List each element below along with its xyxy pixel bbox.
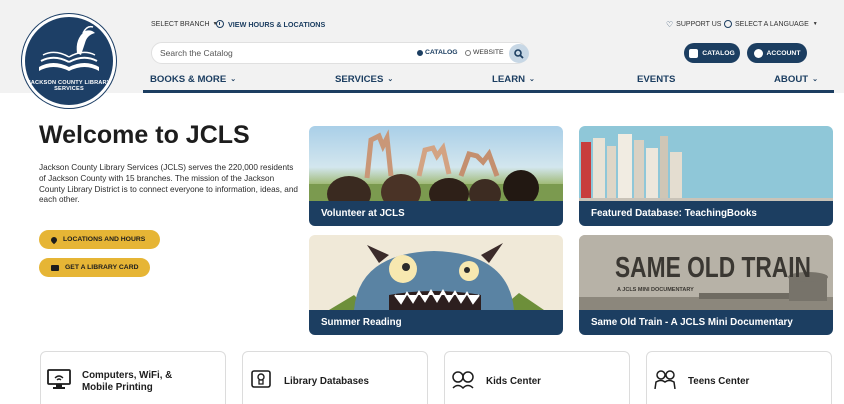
view-hours-link[interactable]: VIEW HOURS & LOCATIONS [216,16,325,32]
category-computers-label: Computers, WiFi, & Mobile Printing [82,370,173,393]
summer-reading-image [309,235,563,310]
computer-icon [47,369,71,389]
nav-label: ABOUT [774,73,809,85]
feature-teachingbooks-label: Featured Database: TeachingBooks [591,208,757,219]
nav-services[interactable]: SERVICES ⌄ [335,72,393,86]
chevron-down-icon: ⌄ [812,76,818,83]
intro-paragraph: Jackson County Library Services (JCLS) s… [39,163,298,205]
feature-same-old-train[interactable]: SAME OLD TRAIN A JCLS MINI DOCUMENTARY S… [579,235,833,335]
train-documentary-poster: SAME OLD TRAIN A JCLS MINI DOCUMENTARY [579,235,833,310]
radio-catalog-label: CATALOG [425,49,458,56]
library-card-button[interactable]: GET A LIBRARY CARD [39,258,150,277]
teachingbooks-image [579,126,833,201]
nav-learn[interactable]: LEARN ⌄ [492,72,535,86]
feature-volunteer[interactable]: Volunteer at JCLS [309,126,563,226]
search-bar: CATALOG WEBSITE [151,42,529,64]
category-teens-label: Teens Center [688,376,750,387]
user-icon [753,48,763,58]
id-card-icon [51,264,59,271]
nav-label: SERVICES [335,73,384,85]
feature-train-label: Same Old Train - A JCLS Mini Documentary [591,317,793,328]
clock-icon [216,20,224,28]
nav-label: EVENTS [637,73,676,85]
nav-label: LEARN [492,73,526,85]
nav-about[interactable]: ABOUT ⌄ [774,72,818,86]
select-branch-dropdown[interactable]: SELECT BRANCH ▼ [151,16,218,32]
feature-summer-label: Summer Reading [321,317,402,328]
view-hours-label: VIEW HOURS & LOCATIONS [228,19,326,29]
header-divider [143,90,834,93]
same-old-train-image: SAME OLD TRAIN A JCLS MINI DOCUMENTARY [579,235,833,310]
train-poster-subtitle: A JCLS MINI DOCUMENTARY [617,287,694,293]
category-kids[interactable]: Kids Center [444,351,630,404]
catalog-button-label: CATALOG [702,49,735,57]
chevron-down-icon: ⌄ [230,76,237,83]
search-icon [514,48,524,59]
category-databases[interactable]: Library Databases [242,351,428,404]
chevron-down-icon: ⌄ [529,76,535,83]
support-us-link[interactable]: ♡ SUPPORT US [666,16,721,32]
map-pin-icon [49,235,59,244]
nav-label: BOOKS & MORE [150,73,227,85]
account-button[interactable]: ACCOUNT [747,43,807,63]
monster-illustration [329,243,544,310]
database-icon [251,370,271,388]
radio-catalog[interactable]: CATALOG [417,49,458,56]
support-us-label: SUPPORT US [676,20,722,28]
card-button-label: GET A LIBRARY CARD [65,264,139,271]
account-button-label: ACCOUNT [766,49,801,57]
radio-unselected-icon [465,49,471,56]
heart-icon: ♡ [666,19,674,29]
page-title: Welcome to JCLS [39,121,250,149]
chevron-down-icon: ⌄ [387,76,394,83]
select-language-label: SELECT A LANGUAGE [735,20,809,28]
select-branch-label: SELECT BRANCH [151,20,210,28]
search-input[interactable] [160,45,410,61]
feature-teachingbooks[interactable]: Featured Database: TeachingBooks [579,126,833,226]
catalog-icon [689,48,699,58]
globe-icon [724,20,732,28]
radio-selected-icon [417,49,423,56]
feature-volunteer-label: Volunteer at JCLS [321,208,405,219]
library-logo[interactable]: JACKSON COUNTY LIBRARY SERVICES [22,14,116,108]
page: JACKSON COUNTY LIBRARY SERVICES SELECT B… [0,0,844,404]
caret-down-icon: ▼ [812,21,818,27]
teens-icon [654,370,676,389]
books-photo [579,134,833,201]
category-databases-label: Library Databases [284,376,369,387]
volunteer-image [309,126,563,212]
category-teens[interactable]: Teens Center [646,351,832,404]
catalog-button[interactable]: CATALOG [684,43,740,63]
locations-button-label: LOCATIONS AND HOURS [63,236,146,243]
logo-text: JACKSON COUNTY LIBRARY SERVICES [27,80,111,93]
nav-events[interactable]: EVENTS [637,72,675,86]
kids-icon [452,371,474,389]
category-kids-label: Kids Center [486,376,541,387]
open-book-bird-icon [39,25,99,71]
nav-books-more[interactable]: BOOKS & MORE ⌄ [150,72,236,86]
train-poster-title: SAME OLD TRAIN [615,252,811,284]
search-button[interactable] [509,44,529,63]
volunteers-photo [309,129,563,212]
category-computers[interactable]: Computers, WiFi, & Mobile Printing [40,351,226,404]
locations-hours-button[interactable]: LOCATIONS AND HOURS [39,230,160,249]
select-language-dropdown[interactable]: SELECT A LANGUAGE ▼ [724,16,818,32]
radio-website[interactable]: WEBSITE [465,49,504,56]
radio-website-label: WEBSITE [473,49,504,56]
feature-summer-reading[interactable]: Summer Reading [309,235,563,335]
